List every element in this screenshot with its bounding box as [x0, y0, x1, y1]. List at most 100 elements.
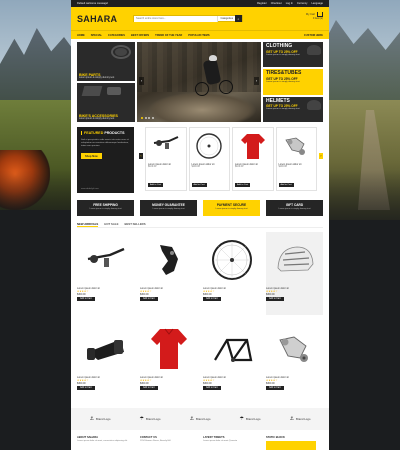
static-block-banner[interactable] [266, 441, 316, 450]
tires-tubes-promo[interactable]: TIRES&TUBES GET UP TO 25% OFF Lorem ipsu… [263, 69, 323, 95]
product-card[interactable]: Lorem ipsum dolor sit ★★★★☆ $300.00 Add … [140, 232, 197, 315]
slider-dot[interactable] [148, 117, 150, 119]
add-to-cart-button[interactable]: Add to Cart [140, 386, 158, 390]
search-button[interactable]: ⌕ [235, 15, 242, 22]
search-input[interactable] [134, 15, 218, 22]
nav-popular-items[interactable]: POPULAR ITEMS [188, 34, 209, 37]
product-price: $100.00 [235, 166, 244, 168]
derailleur-image [278, 336, 308, 362]
product-image [140, 321, 197, 376]
nav-trend-of-the-year[interactable]: TREND OF THE YEAR [155, 34, 182, 37]
footer-about: ABOUT SAHARA Lorem ipsum dolor sit amet,… [77, 436, 134, 450]
umbrella-icon: ☂ [239, 416, 244, 422]
nav-categories[interactable]: CATEGORIES [108, 34, 125, 37]
product-image [140, 232, 197, 287]
brand-logo[interactable]: ☂ Brand Logo [140, 416, 161, 422]
hero-section: BIKE PARTS Lorem ipsum is simply dummy t… [77, 42, 323, 122]
helmets-promo[interactable]: HELMETS GET UP TO 25% OFF Lorem ipsum is… [263, 96, 323, 122]
tile-accessory-image [81, 86, 103, 96]
feature-title: PAYMENT SECURE [216, 203, 247, 207]
add-to-cart-button[interactable]: Add to Cart [266, 297, 284, 301]
add-to-cart-button[interactable]: Add to Cart [266, 386, 284, 390]
footer-text: Lorem ipsum dolor sit amet, consectetur … [77, 440, 128, 442]
featured-url: www.abcdefghi.com [81, 188, 99, 190]
add-to-cart-button[interactable]: Add to Cart [203, 297, 221, 301]
top-bar: Default welcome message! Register Checko… [71, 0, 329, 7]
footer-heading: STATIC BLOCK [266, 436, 285, 439]
product-image [266, 232, 323, 287]
slider-dot[interactable] [141, 117, 143, 119]
mini-cart[interactable]: My Cart 0 item(s) [306, 12, 323, 20]
feature-subtitle: Lorem ipsum is simply dummy text [89, 207, 122, 210]
featured-products: FEATURED PRODUCTS Sed ut perspiciatis un… [77, 127, 323, 193]
brand-logo[interactable]: ☂ Brand Logo [240, 416, 261, 422]
hero-slider[interactable]: ‹ › [137, 42, 261, 122]
brand-logo[interactable]: ⚓ Brand Logo [190, 416, 211, 422]
gift-card-banner: GIFT CARD Lorem ipsum is simply dummy te… [266, 200, 323, 216]
cart-count: 0 item(s) [312, 17, 323, 20]
brand-logo[interactable]: ⚓ Brand Logo [290, 416, 311, 422]
shop-now-button[interactable]: Shop Now [81, 153, 102, 159]
feature-subtitle: Lorem ipsum is simply dummy text [215, 207, 248, 210]
add-to-cart-button[interactable]: Add to Cart [77, 386, 95, 390]
footer-tweets: LATEST TWEETS Lorem ipsum dolor sit amet… [203, 436, 260, 450]
feature-title: FREE SHIPPING [93, 203, 118, 207]
add-to-cart-button[interactable]: Add to Cart [278, 183, 294, 187]
category-select[interactable]: Categories [217, 15, 235, 22]
product-card[interactable]: Lorem ipsum dolor sit ★★★★☆ $300.00 Add … [77, 232, 134, 315]
slider-dot[interactable] [144, 117, 147, 119]
product-price: $300.00 [77, 382, 86, 385]
add-to-cart-button[interactable]: Add to Cart [203, 386, 221, 390]
product-card[interactable]: Lorem ipsum dolor sit ★★★★☆ $300.00 Add … [266, 232, 323, 315]
nav-home[interactable]: HOME [77, 34, 85, 37]
featured-card[interactable]: Lorem ipsum dolor sit $100.00 Add to Car… [232, 127, 274, 191]
register-link[interactable]: Register [257, 2, 267, 5]
login-link[interactable]: Log In [286, 2, 293, 5]
product-price: $100.00 [191, 166, 200, 168]
footer-heading: LATEST TWEETS [203, 436, 225, 439]
footer-text: 1234 Heaven Stress, Beverly Hill. [140, 440, 171, 442]
product-image [235, 130, 271, 162]
featured-card[interactable]: Lorem ipsum dolor sit $100.00 Add to Car… [275, 127, 317, 191]
product-image [148, 130, 184, 162]
nav-special[interactable]: SPECIAL [91, 34, 102, 37]
featured-next-button[interactable]: › [319, 153, 323, 159]
slider-next-button[interactable]: › [254, 77, 259, 85]
tab-hot-sale[interactable]: HOT SALE [104, 222, 118, 227]
jersey-image [150, 328, 187, 369]
bike-accessories-tile[interactable]: BIKE'S ACCESSORIES Lorem ipsum is simply… [77, 83, 135, 122]
featured-card[interactable]: Lorem ipsum dolor sit $100.00 Add to Car… [145, 127, 187, 191]
payment-secure-banner: PAYMENT SECURE Lorem ipsum is simply dum… [203, 200, 260, 216]
brand-logo[interactable]: ⚓ Brand Logo [90, 416, 111, 422]
tab-best-sellers[interactable]: BEST SELLERS [124, 222, 145, 227]
derailleur-image [285, 137, 306, 155]
add-to-cart-button[interactable]: Add to Cart [148, 183, 164, 187]
product-price: $300.00 [140, 293, 149, 296]
site-logo[interactable]: SAHARA [77, 14, 133, 24]
clothing-promo[interactable]: CLOTHING GET UP TO 25% OFF Lorem ipsum i… [263, 42, 323, 68]
featured-card[interactable]: Lorem ipsum dolor sit $100.00 Add to Car… [188, 127, 230, 191]
tile-caption: BIKE'S ACCESSORIES Lorem ipsum is simply… [79, 114, 118, 120]
add-to-cart-button[interactable]: Add to Cart [235, 183, 251, 187]
add-to-cart-button[interactable]: Add to Cart [191, 183, 207, 187]
tab-new-arrivals[interactable]: NEW ARRIVALS [77, 222, 99, 227]
slider-prev-button[interactable]: ‹ [139, 77, 144, 85]
checkout-link[interactable]: Checkout [271, 2, 282, 5]
nav-custom-here[interactable]: CUSTOM HERE [304, 34, 323, 37]
language-dropdown[interactable]: Language [311, 2, 323, 5]
product-card[interactable]: Lorem ipsum dolor sit ★★★★☆ $300.00 Add … [266, 321, 323, 404]
footer-contact: CONTACT US 1234 Heaven Stress, Beverly H… [140, 436, 197, 450]
add-to-cart-button[interactable]: Add to Cart [77, 297, 95, 301]
product-card[interactable]: Lorem ipsum dolor sit ★★★★☆ $300.00 Add … [203, 321, 260, 404]
product-card[interactable]: Lorem ipsum dolor sit ★★★★☆ $300.00 Add … [77, 321, 134, 404]
slider-dot[interactable] [151, 117, 154, 119]
bike-parts-tile[interactable]: BIKE PARTS Lorem ipsum is simply dummy t… [77, 42, 135, 81]
umbrella-icon: ☂ [139, 416, 144, 422]
nav-best-offers[interactable]: BEST OFFERS [131, 34, 149, 37]
product-card[interactable]: Lorem ipsum dolor sit ★★★★☆ $300.00 Add … [140, 321, 197, 404]
add-to-cart-button[interactable]: Add to Cart [140, 297, 158, 301]
currency-dropdown[interactable]: Currency [297, 2, 308, 5]
stem-image [86, 339, 124, 360]
product-card[interactable]: Lorem ipsum dolor sit ★★★★☆ $300.00 Add … [203, 232, 260, 315]
footer-text: Lorem ipsum dolor sit amet @envato [203, 440, 237, 442]
